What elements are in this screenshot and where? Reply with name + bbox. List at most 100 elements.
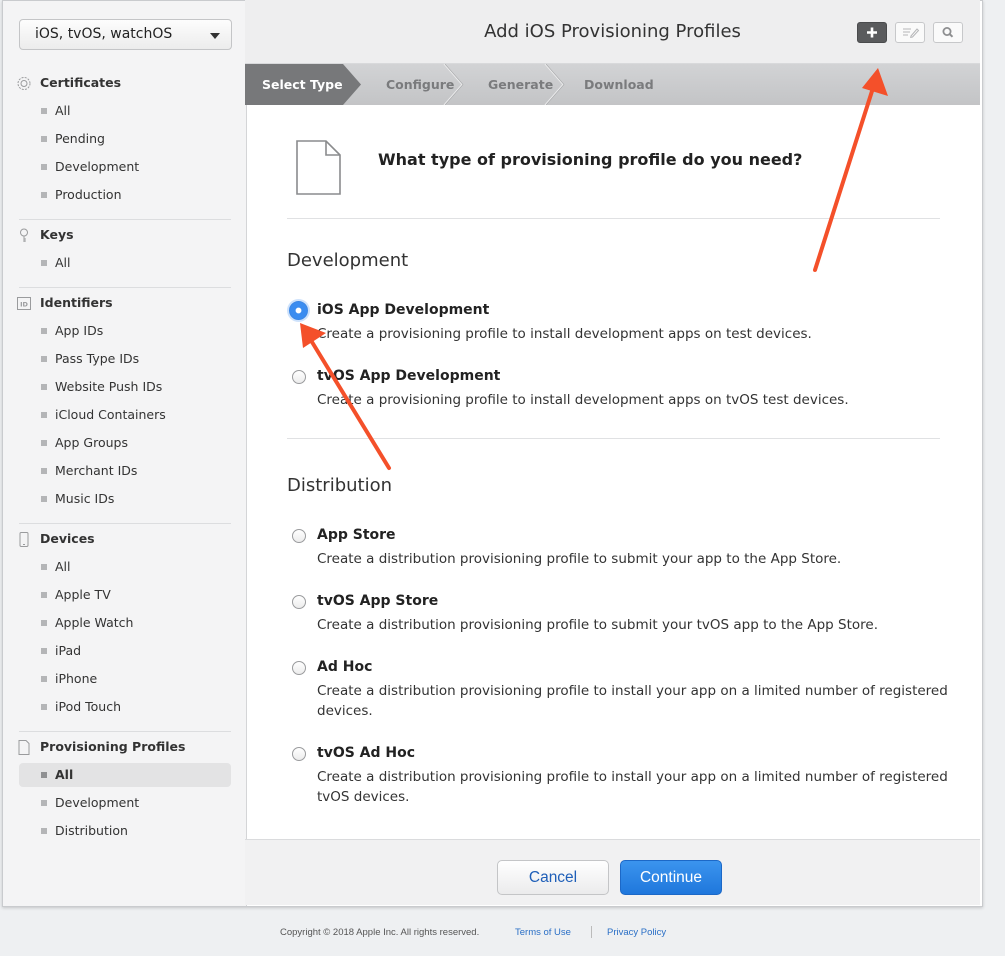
document-icon xyxy=(18,740,30,755)
radio-ios-app-development[interactable] xyxy=(289,301,308,320)
chevron-down-icon xyxy=(210,33,220,39)
bullet xyxy=(41,328,47,334)
option-description: Create a provisioning profile to install… xyxy=(317,392,849,408)
plus-icon xyxy=(867,27,877,38)
sidebar-item-profiles-all[interactable]: All xyxy=(19,763,231,787)
sidebar-item-label: Merchant IDs xyxy=(55,463,138,478)
privacy-policy-link[interactable]: Privacy Policy xyxy=(607,927,666,938)
edit-button[interactable] xyxy=(895,22,925,43)
sidebar-item-certificates-production[interactable]: Production xyxy=(19,183,231,207)
bullet xyxy=(41,384,47,390)
sidebar-item-pass-type-ids[interactable]: Pass Type IDs xyxy=(19,347,231,371)
sidebar-item-certificates-development[interactable]: Development xyxy=(19,155,231,179)
divider xyxy=(287,218,940,219)
platform-select-value: iOS, tvOS, watchOS xyxy=(35,26,173,42)
option-label: tvOS App Development xyxy=(317,368,501,384)
radio-tvos-app-development[interactable] xyxy=(292,370,306,384)
sidebar-item-label: Pass Type IDs xyxy=(55,351,140,366)
sidebar-item-keys-all[interactable]: All xyxy=(19,251,231,275)
sidebar-item-label: iPod Touch xyxy=(55,699,121,714)
sidebar-item-label: Development xyxy=(55,159,140,174)
terms-of-use-link[interactable]: Terms of Use xyxy=(515,927,571,938)
id-icon: ID xyxy=(17,297,31,310)
group-title-distribution: Distribution xyxy=(287,475,393,496)
sidebar-item-label: iCloud Containers xyxy=(55,407,166,422)
cancel-button[interactable]: Cancel xyxy=(497,860,609,895)
copyright-text: Copyright © 2018 Apple Inc. All rights r… xyxy=(280,927,480,938)
radio-ad-hoc[interactable] xyxy=(292,661,306,675)
platform-select[interactable]: iOS, tvOS, watchOS xyxy=(19,19,232,50)
sidebar-item-label: App Groups xyxy=(55,435,128,450)
sidebar-section-title: Keys xyxy=(40,227,74,242)
option-description: Create a distribution provisioning profi… xyxy=(317,683,948,719)
bullet xyxy=(41,620,47,626)
sidebar-item-app-ids[interactable]: App IDs xyxy=(19,319,231,343)
search-button[interactable] xyxy=(933,22,963,43)
sidebar-item-devices-all[interactable]: All xyxy=(19,555,231,579)
option-label: Ad Hoc xyxy=(317,659,373,675)
bullet xyxy=(41,648,47,654)
sidebar-item-apple-watch[interactable]: Apple Watch xyxy=(19,611,231,635)
question-title: What type of provisioning profile do you… xyxy=(378,150,803,169)
sidebar-divider xyxy=(19,523,231,524)
sidebar-item-app-groups[interactable]: App Groups xyxy=(19,431,231,455)
sidebar-item-music-ids[interactable]: Music IDs xyxy=(19,487,231,511)
bullet xyxy=(41,676,47,682)
sidebar: iOS, tvOS, watchOS Certificates All Pend… xyxy=(3,1,247,906)
sidebar-item-website-push-ids[interactable]: Website Push IDs xyxy=(19,375,231,399)
edit-icon xyxy=(903,28,920,39)
certificate-icon xyxy=(17,77,31,90)
sidebar-item-iphone[interactable]: iPhone xyxy=(19,667,231,691)
step-select-type: Select Type xyxy=(262,77,343,92)
sidebar-item-label: Music IDs xyxy=(55,491,115,506)
step-progress-bar: Select Type Configure Generate Download xyxy=(245,64,980,105)
radio-app-store[interactable] xyxy=(292,529,306,543)
sidebar-section-title: Provisioning Profiles xyxy=(40,739,186,754)
option-label: tvOS App Store xyxy=(317,593,439,609)
sidebar-item-certificates-all[interactable]: All xyxy=(19,99,231,123)
key-icon xyxy=(20,228,28,242)
form-footer xyxy=(245,839,980,905)
bullet xyxy=(41,564,47,570)
group-title-development: Development xyxy=(287,250,409,271)
sidebar-item-certificates-pending[interactable]: Pending xyxy=(19,127,231,151)
bullet xyxy=(41,828,47,834)
radio-tvos-app-store[interactable] xyxy=(292,595,306,609)
step-configure: Configure xyxy=(386,77,455,92)
bullet xyxy=(41,496,47,502)
add-button[interactable] xyxy=(857,22,887,43)
sidebar-item-merchant-ids[interactable]: Merchant IDs xyxy=(19,459,231,483)
sidebar-item-icloud-containers[interactable]: iCloud Containers xyxy=(19,403,231,427)
sidebar-item-label: Development xyxy=(55,795,140,810)
sidebar-divider xyxy=(19,219,231,220)
step-download: Download xyxy=(584,77,654,92)
device-icon xyxy=(19,532,29,547)
continue-button[interactable]: Continue xyxy=(620,860,722,895)
sidebar-item-label: Apple TV xyxy=(55,587,111,602)
sidebar-item-profiles-distribution[interactable]: Distribution xyxy=(19,819,231,843)
bullet xyxy=(41,704,47,710)
sidebar-section-title: Devices xyxy=(40,531,95,546)
sidebar-item-ipad[interactable]: iPad xyxy=(19,639,231,663)
option-label: App Store xyxy=(317,527,396,543)
sidebar-item-apple-tv[interactable]: Apple TV xyxy=(19,583,231,607)
bullet xyxy=(41,108,47,114)
sidebar-item-label: Production xyxy=(55,187,122,202)
bullet xyxy=(41,412,47,418)
bullet xyxy=(41,164,47,170)
bullet xyxy=(41,260,47,266)
option-label: tvOS Ad Hoc xyxy=(317,745,416,761)
radio-tvos-ad-hoc[interactable] xyxy=(292,747,306,761)
sidebar-divider xyxy=(19,731,231,732)
option-description: Create a distribution provisioning profi… xyxy=(317,769,948,805)
sidebar-item-label: iPad xyxy=(55,643,82,658)
option-description: Create a provisioning profile to install… xyxy=(317,326,812,342)
search-icon xyxy=(942,27,954,38)
sidebar-item-profiles-development[interactable]: Development xyxy=(19,791,231,815)
sidebar-item-ipod-touch[interactable]: iPod Touch xyxy=(19,695,231,719)
sidebar-section-title: Identifiers xyxy=(40,295,113,310)
sidebar-section-title: Certificates xyxy=(40,75,122,90)
bullet xyxy=(41,136,47,142)
step-generate: Generate xyxy=(488,77,554,92)
bullet xyxy=(41,468,47,474)
